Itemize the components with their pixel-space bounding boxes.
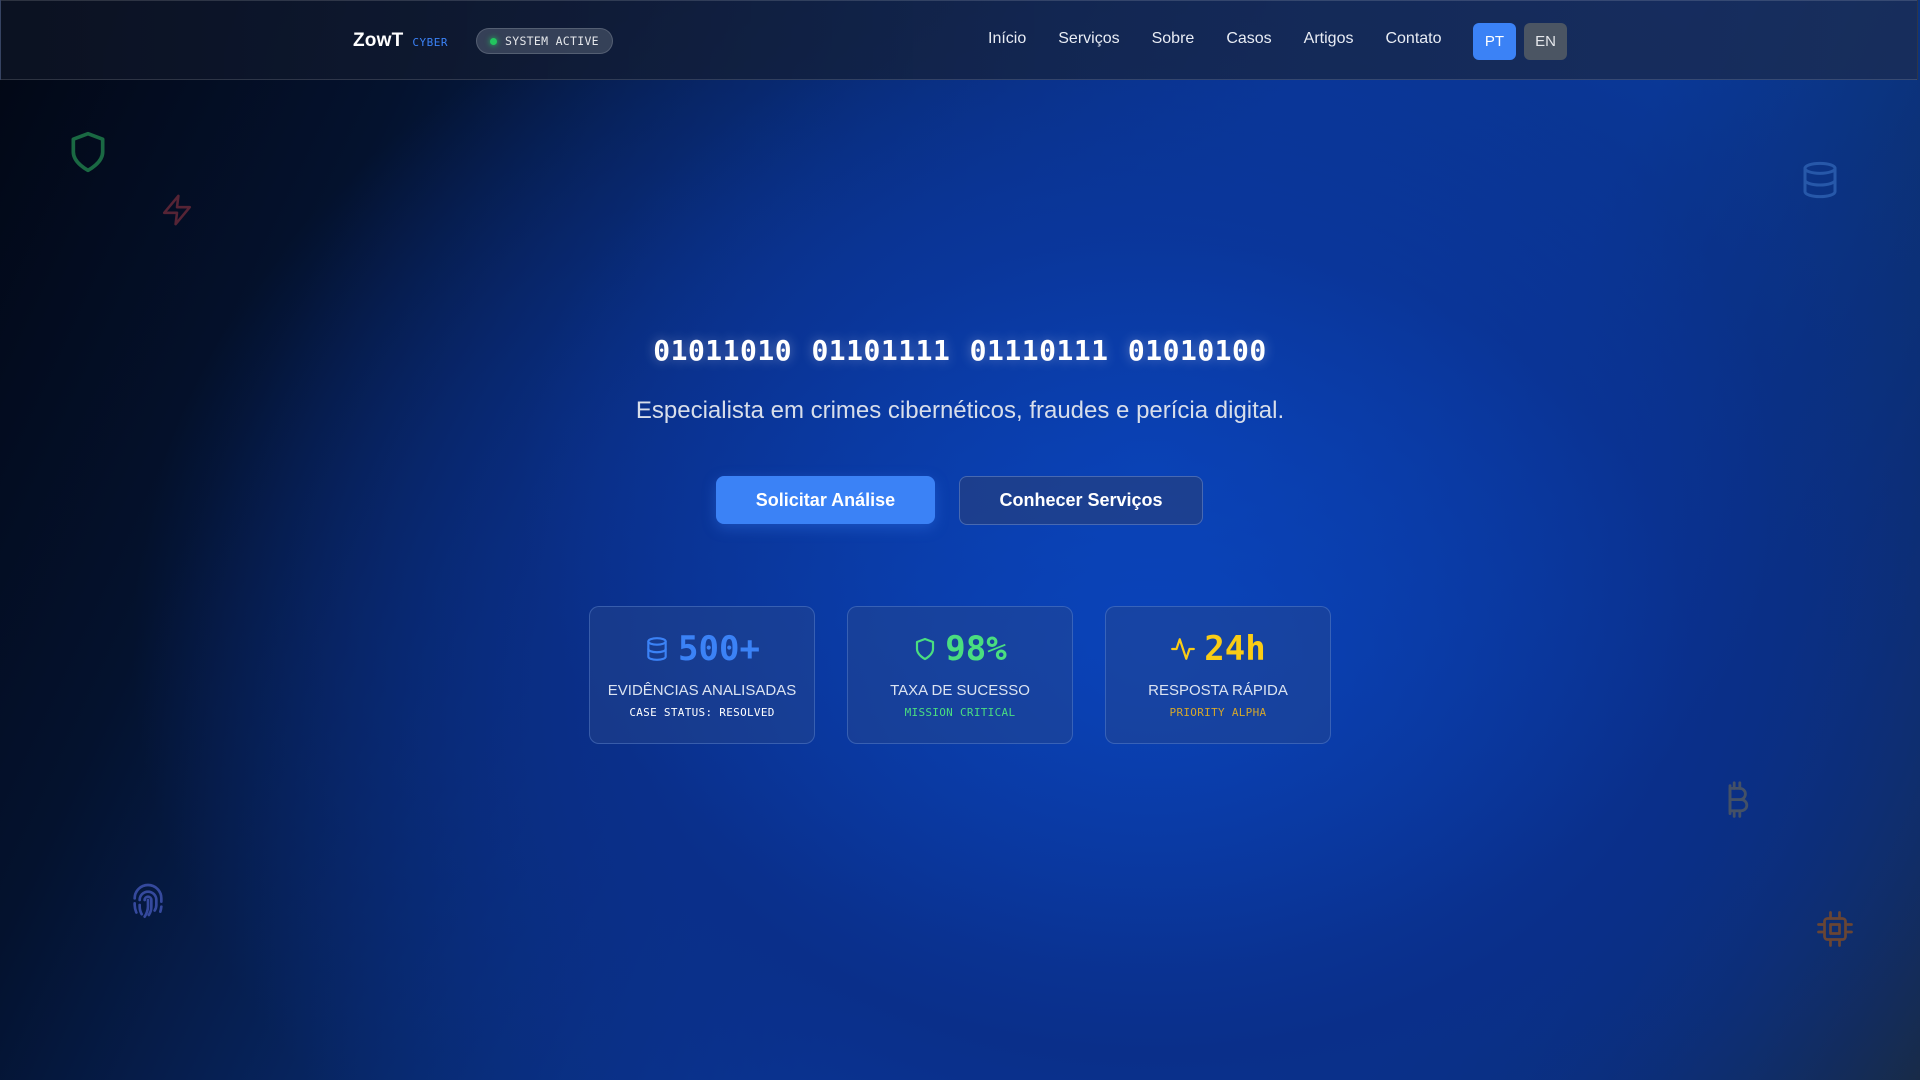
shield-icon [71, 131, 105, 173]
database-icon [647, 637, 667, 661]
request-analysis-button[interactable]: Solicitar Análise [716, 476, 935, 524]
nav-link-artigos[interactable]: Artigos [1304, 30, 1354, 48]
stat-value: 98% [945, 629, 1007, 669]
brand-name: ZowT [353, 30, 404, 51]
stat-card-evidence: 500+ EVIDÊNCIAS ANALISADAS CASE STATUS: … [589, 606, 815, 744]
language-switcher: PT EN [1473, 23, 1567, 60]
stat-value: 500+ [678, 629, 760, 669]
nav-link-contato[interactable]: Contato [1385, 30, 1441, 48]
nav-link-casos[interactable]: Casos [1226, 30, 1271, 48]
activity-icon [1171, 638, 1196, 660]
hero-subtitle: Especialista em crimes cibernéticos, fra… [635, 397, 1285, 424]
nav-link-servicos[interactable]: Serviços [1058, 30, 1119, 48]
brand-logo[interactable]: ZowT CYBER [353, 30, 448, 52]
stat-card-response-time: 24h RESPOSTA RÁPIDA PRIORITY ALPHA [1105, 606, 1331, 744]
system-status-badge: SYSTEM ACTIVE [476, 28, 613, 54]
bitcoin-icon [1728, 781, 1749, 818]
stat-label: RESPOSTA RÁPIDA [1148, 682, 1288, 699]
stat-card-head: 98% [848, 629, 1072, 669]
shield-icon [916, 637, 935, 661]
language-button-en[interactable]: EN [1524, 23, 1567, 60]
stat-card-head: 500+ [590, 629, 814, 669]
stat-label: EVIDÊNCIAS ANALISADAS [607, 682, 797, 699]
cpu-icon [1817, 911, 1853, 947]
view-services-button[interactable]: Conhecer Serviços [959, 476, 1203, 525]
stat-card-success-rate: 98% TAXA DE SUCESSO MISSION CRITICAL [847, 606, 1073, 744]
main-nav: Início Serviços Sobre Casos Artigos Cont… [988, 30, 1474, 48]
hero-binary-title: 01011010 01101111 01110111 01010100 [653, 334, 1267, 367]
stat-sublabel: PRIORITY ALPHA [1169, 706, 1267, 719]
stat-sublabel: CASE STATUS: RESOLVED [629, 706, 775, 719]
stat-sublabel: MISSION CRITICAL [904, 706, 1016, 719]
nav-link-inicio[interactable]: Início [988, 30, 1026, 48]
brand-tag: CYBER [412, 36, 449, 49]
database-icon [1803, 161, 1837, 199]
stat-card-head: 24h [1106, 629, 1330, 669]
language-button-pt[interactable]: PT [1473, 23, 1516, 60]
stat-label: TAXA DE SUCESSO [890, 682, 1030, 699]
nav-link-sobre[interactable]: Sobre [1152, 30, 1195, 48]
zap-icon [162, 194, 192, 226]
fingerprint-icon [133, 883, 163, 918]
stat-value: 24h [1204, 629, 1266, 669]
status-text: SYSTEM ACTIVE [505, 34, 599, 48]
navbar: ZowT CYBER SYSTEM ACTIVE Início Serviços… [0, 0, 1918, 80]
status-dot-icon [490, 37, 497, 45]
